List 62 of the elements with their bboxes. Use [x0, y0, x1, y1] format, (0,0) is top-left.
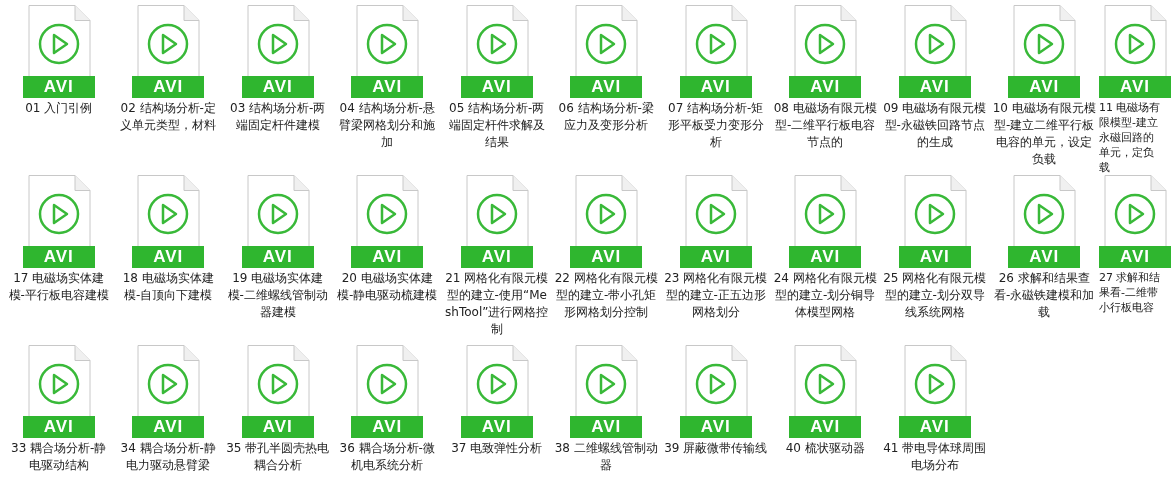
file-type-badge: AVI: [351, 416, 424, 438]
file-type-badge: AVI: [241, 246, 314, 268]
file-name[interactable]: 05 结构场分析-两端固定杆件求解及结果: [443, 100, 550, 151]
file-name[interactable]: 23 网格化有限元模型的建立-正五边形网格划分: [662, 270, 769, 321]
file-type-badge: AVI: [570, 76, 643, 98]
file-name[interactable]: 22 网格化有限元模型的建立-带小孔矩形网格划分控制: [553, 270, 660, 321]
file-name[interactable]: 34 耦合场分析-静电力驱动悬臂梁: [115, 440, 222, 474]
file-name[interactable]: 39 屏蔽微带传输线: [662, 440, 769, 457]
file-type-badge: AVI: [898, 416, 971, 438]
file-type-badge: AVI: [570, 416, 643, 438]
file-name[interactable]: 20 电磁场实体建模-静电驱动梳建模: [334, 270, 441, 304]
file-name[interactable]: 10 电磁场有限元模型-建立二维平行板电容的单元，设定负载: [991, 100, 1098, 168]
file-type-badge: AVI: [679, 416, 752, 438]
file-type-badge: AVI: [22, 246, 95, 268]
file-name[interactable]: 11 电磁场有限模型-建立永磁回路的单元，定负载: [1099, 100, 1163, 174]
file-type-badge: AVI: [898, 246, 971, 268]
file-type-badge: AVI: [789, 76, 862, 98]
file-type-badge: AVI: [351, 76, 424, 98]
file-name[interactable]: 35 带孔半圆壳热电耦合分析: [224, 440, 331, 474]
file-name[interactable]: 33 耦合场分析-静电驱动结构: [5, 440, 112, 474]
file-name[interactable]: 07 结构场分析-矩形平板受力变形分析: [662, 100, 769, 151]
file-type-badge: AVI: [132, 246, 205, 268]
file-type-badge: AVI: [460, 416, 533, 438]
file-type-badge: AVI: [241, 76, 314, 98]
file-name[interactable]: 03 结构场分析-两端固定杆件建模: [224, 100, 331, 134]
file-type-badge: AVI: [1099, 246, 1171, 268]
file-type-badge: AVI: [679, 76, 752, 98]
file-type-badge: AVI: [132, 416, 205, 438]
file-type-badge: AVI: [570, 246, 643, 268]
file-type-badge: AVI: [132, 76, 205, 98]
file-name[interactable]: 26 求解和结果查看-永磁铁建模和加载: [991, 270, 1098, 321]
file-name[interactable]: 18 电磁场实体建模-自顶向下建模: [115, 270, 222, 304]
file-name[interactable]: 37 电致弹性分析: [443, 440, 550, 457]
file-name[interactable]: 25 网格化有限元模型的建立-划分双导线系统网格: [881, 270, 988, 321]
file-name[interactable]: 01 入门引例: [5, 100, 112, 117]
file-name[interactable]: 06 结构场分析-梁应力及变形分析: [553, 100, 660, 134]
file-type-badge: AVI: [789, 246, 862, 268]
file-type-badge: AVI: [1099, 76, 1171, 98]
file-name[interactable]: 27 求解和结果看-二维带小行板电容: [1099, 270, 1163, 315]
file-name[interactable]: 21 网格化有限元模型的建立-使用“MeshTool”进行网格控制: [443, 270, 550, 338]
file-type-badge: AVI: [1008, 246, 1081, 268]
file-type-badge: AVI: [789, 416, 862, 438]
file-name[interactable]: 04 结构场分析-悬臂梁网格划分和施加: [334, 100, 441, 151]
file-type-badge: AVI: [460, 76, 533, 98]
file-name[interactable]: 08 电磁场有限元模型-二维平行板电容节点的: [772, 100, 879, 151]
file-name[interactable]: 38 二维螺线管制动器: [553, 440, 660, 474]
file-name[interactable]: 36 耦合场分析-微机电系统分析: [334, 440, 441, 474]
file-type-badge: AVI: [22, 76, 95, 98]
file-type-badge: AVI: [1008, 76, 1081, 98]
file-name[interactable]: 19 电磁场实体建模-二维螺线管制动器建模: [224, 270, 331, 321]
file-type-badge: AVI: [241, 416, 314, 438]
file-type-badge: AVI: [898, 76, 971, 98]
file-name[interactable]: 24 网格化有限元模型的建立-划分铜导体模型网格: [772, 270, 879, 321]
file-name[interactable]: 40 梳状驱动器: [772, 440, 879, 457]
file-name[interactable]: 02 结构场分析-定义单元类型，材料: [115, 100, 222, 134]
file-type-badge: AVI: [351, 246, 424, 268]
file-type-badge: AVI: [460, 246, 533, 268]
file-type-badge: AVI: [22, 416, 95, 438]
file-name[interactable]: 17 电磁场实体建模-平行板电容建模: [5, 270, 112, 304]
file-type-badge: AVI: [679, 246, 752, 268]
file-name[interactable]: 09 电磁场有限元模型-永磁铁回路节点的生成: [881, 100, 988, 151]
file-name[interactable]: 41 带电导体球周围电场分布: [881, 440, 988, 474]
